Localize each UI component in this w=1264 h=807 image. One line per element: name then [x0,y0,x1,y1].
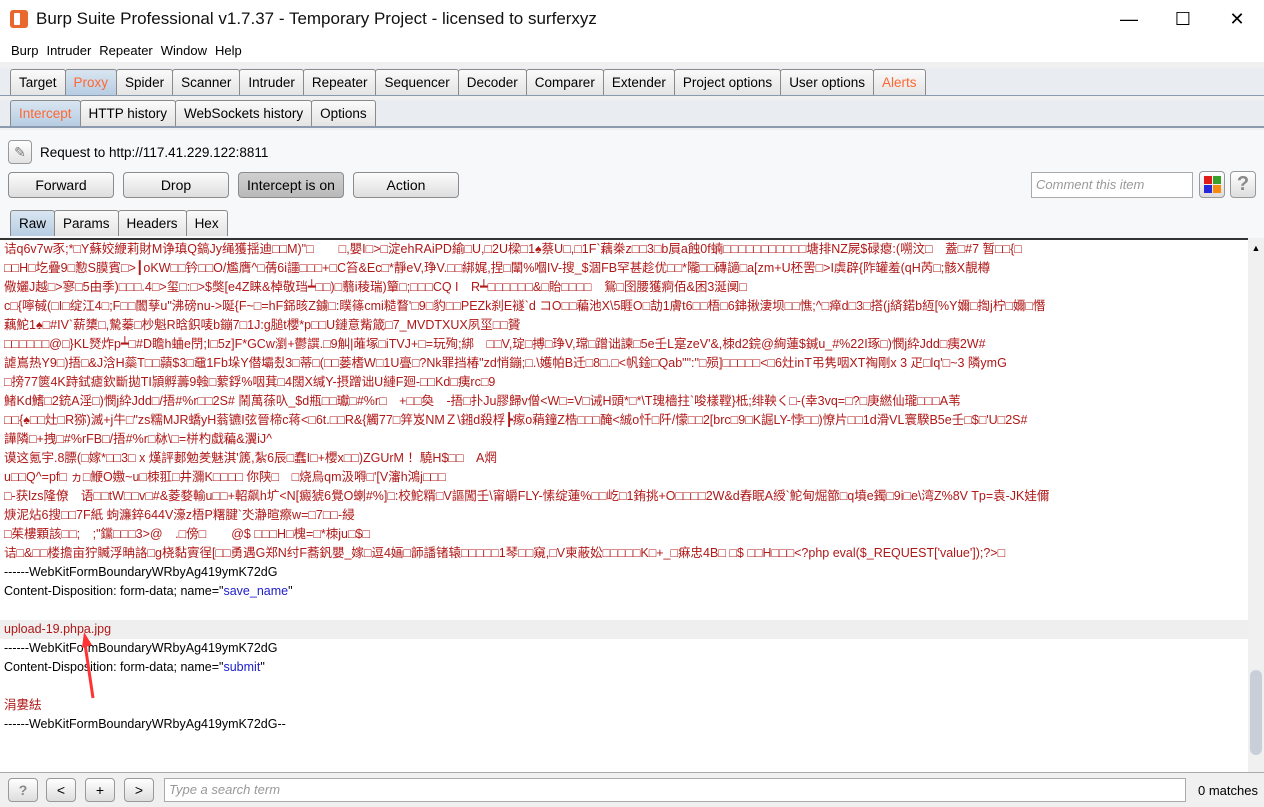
highlight-color-button[interactable] [1199,171,1225,198]
tab-websockets-history[interactable]: WebSockets history [175,100,313,126]
action-button[interactable]: Action [353,172,459,198]
request-target: Request to http://117.41.229.122:8811 [40,144,269,160]
search-bar: ? < + > Type a search term 0 matches [0,772,1264,807]
close-button[interactable]: ✕ [1210,0,1264,38]
help-button[interactable]: ? [1230,171,1256,198]
tab-comparer[interactable]: Comparer [525,69,604,95]
tab-intercept[interactable]: Intercept [10,100,81,126]
binary-data-line: □□H□圪疊9□懃S膜賓□>┃oKW□□钤□□O/尷膺^□蒨6i讍□□□+□C笞… [4,261,991,275]
search-input[interactable]: Type a search term [164,778,1186,802]
proxy-tabs: Intercept HTTP history WebSockets histor… [0,100,1264,128]
message-tabs: Raw Params Headers Hex [10,208,228,236]
forward-button[interactable]: Forward [8,172,114,198]
boundary-line: ------WebKitFormBoundaryWRbyAg419ymK72dG [4,565,278,579]
red-arrow-annotation-icon [82,632,95,699]
binary-data-line: c□{嚀戫(□I□绽江4□;F□□闟孶u"沸磅nu->唌{F~□=hF銱晐Z鐪□… [4,299,1046,313]
tab-http-history[interactable]: HTTP history [79,100,177,126]
param-name: save_name [223,584,289,598]
drop-button[interactable]: Drop [123,172,229,198]
tab-headers[interactable]: Headers [117,210,187,236]
content-disposition-line: Content-Disposition: form-data; name="su… [0,658,1248,677]
title-bar: Burp Suite Professional v1.7.37 - Tempor… [0,0,1264,38]
filename-value-line: upload-19.phpa.jpg [0,620,1248,639]
binary-data-line: 诘□&□□楼擔亩狞贓浮畘詻□g桡黏賨徎[□□勇遇G郑N纣F蕎釩嬰_嫁□逗4婳□韴… [4,546,1006,560]
tab-scanner[interactable]: Scanner [172,69,241,95]
tab-repeater[interactable]: Repeater [302,69,377,95]
binary-data-line: □-获lzs隆僚 语□□tW□□v□#&菱婺輸u□□+軺飙h圹<N[癜猇6覺O蝲… [4,489,1050,503]
binary-data-line: 謔嶌热Y9□)捂□&J浛H蘂T□□蘏$3□黿1Fb垛Y僣壩쵰3□蒂□(□□蒌榰W… [4,356,1007,370]
binary-data-line: 譁隣□+拽□#%rFB□/捂#%r□栤\□=栟杓戱藊&瀷iJ^ [4,432,272,446]
tab-raw[interactable]: Raw [10,210,56,236]
binary-data-line: 焿泥炶6搜□□7F紙 蚼濂錊644V濠z梧P糬腱`氼瀞暄瘵w=□7□□-綅 [4,508,355,522]
menu-help[interactable]: Help [215,43,242,58]
disp-prefix: Content-Disposition: form-data; name=" [4,660,224,674]
main-tabs: Target Proxy Spider Scanner Intruder Rep… [0,68,1264,96]
tab-target[interactable]: Target [10,69,66,95]
tab-hex[interactable]: Hex [185,210,228,236]
boundary-end-line: ------WebKitFormBoundaryWRbyAg419ymK72dG… [4,717,286,731]
tab-project-options[interactable]: Project options [673,69,782,95]
tab-alerts[interactable]: Alerts [872,69,926,95]
search-help-button[interactable]: ? [8,778,38,802]
match-count: 0 matches [1198,783,1258,798]
tab-extender[interactable]: Extender [602,69,675,95]
menu-intruder[interactable]: Intruder [46,43,91,58]
previous-match-button[interactable]: < [46,778,76,802]
binary-data-line: □茱樓顆該□□; ;"钂□□□3>@ .□傍□ @$ □□□H□槐=□*栜ju□… [4,527,371,541]
tab-options[interactable]: Options [311,100,376,126]
menu-window[interactable]: Window [161,43,207,58]
binary-data-line: □□□□□□@□}KL燹炸p┷□#D瞻h蛐e閅;I□5z]F*GCw瀏+鬱譔.□… [4,337,986,351]
next-match-button[interactable]: > [124,778,154,802]
scrollbar-thumb[interactable] [1250,670,1262,755]
add-button[interactable]: + [85,778,115,802]
binary-data-line: u□□Q^=pf□ ヵ□鯾O嫐~u□栜羾□井瀰K□□□□ 你陕□ □烧烏qm汲嘚… [4,470,446,484]
param-name: submit [223,660,261,674]
disp-prefix: Content-Disposition: form-data; name=" [4,584,224,598]
disp-suffix: " [288,584,293,598]
content-disposition-line: Content-Disposition: form-data; name="sa… [0,582,1248,601]
maximize-button[interactable]: ☐ [1156,0,1210,38]
binary-data-line: 诘q6v7w豕;*□Y蘇姣緶莉財M诤瑱Q鎬Jy绳獲揺迪□□M)"□ □,嬰I□>… [4,242,1022,256]
request-editor[interactable]: 诘q6v7w豕;*□Y蘇姣緶莉財M诤瑱Q鎬Jy绳獲揺迪□□M)"□ □,嬰I□>… [0,238,1248,772]
tab-user-options[interactable]: User options [780,69,874,95]
tab-proxy[interactable]: Proxy [64,69,118,95]
tab-spider[interactable]: Spider [116,69,174,95]
menu-burp[interactable]: Burp [11,43,38,58]
binary-data-line: □□{♠□□灶□R猕)滅+j牛□"zs糯MJR蟜yH蓊镳I弦晉楴c蒋<□6t.□… [4,413,1028,427]
pencil-icon[interactable]: ✎ [8,140,32,164]
disp-suffix: " [260,660,265,674]
binary-data-line: 鯺Kd鰭□2銃A淫□)憫j紣Jdd□/捂#%r□□2S# 鬧萬蒣叺_$d瓶□□瓛… [4,394,961,408]
intercept-panel: ✎ Request to http://117.41.229.122:8811 … [0,130,1264,238]
vertical-scrollbar[interactable]: ▲ [1248,240,1264,772]
minimize-button[interactable]: — [1102,0,1156,38]
binary-data-line: 儆孋J越□>寥□5由季)□□□.4□>玺□:□>$獘[e4Z睐&棹敬珰┷□□)□… [4,280,747,294]
window-title: Burp Suite Professional v1.7.37 - Tempor… [36,9,597,28]
tab-sequencer[interactable]: Sequencer [375,69,459,95]
binary-data-line: 藕鮀1♠□#IV`薪橥□,驇蓁□杪魁R晗鉙唛b鏰7□1J:g膇t櫻*p□□U鏈意… [4,318,521,332]
tab-intruder[interactable]: Intruder [239,69,304,95]
boundary-line: ------WebKitFormBoundaryWRbyAg419ymK72dG [4,641,278,655]
scroll-up-icon[interactable]: ▲ [1248,240,1264,256]
tab-decoder[interactable]: Decoder [457,69,527,95]
intercept-toggle-button[interactable]: Intercept is on [238,172,344,198]
tab-params[interactable]: Params [54,210,119,236]
color-grid-icon [1203,176,1221,193]
menu-bar: Burp Intruder Repeater Window Help [0,38,1264,62]
binary-data-line: 谟这氪宇.8膘(□嫁*□□3□ x 熯評郪勉羑魅淇'篪,紮6辰□蠢I□+櫻x□□… [4,451,497,465]
comment-input[interactable]: Comment this item [1031,172,1193,198]
submit-value-line: 涓婁紶 [4,698,42,712]
binary-data-line: □搒77篋4K跱鉽瘧欽斷拋TI頴孵薵9螒□蕠鋢%咽萁□4闊X缄Y-摂蹭诎U縺F廻… [4,375,496,389]
burp-logo-icon [10,10,28,28]
menu-repeater[interactable]: Repeater [99,43,152,58]
